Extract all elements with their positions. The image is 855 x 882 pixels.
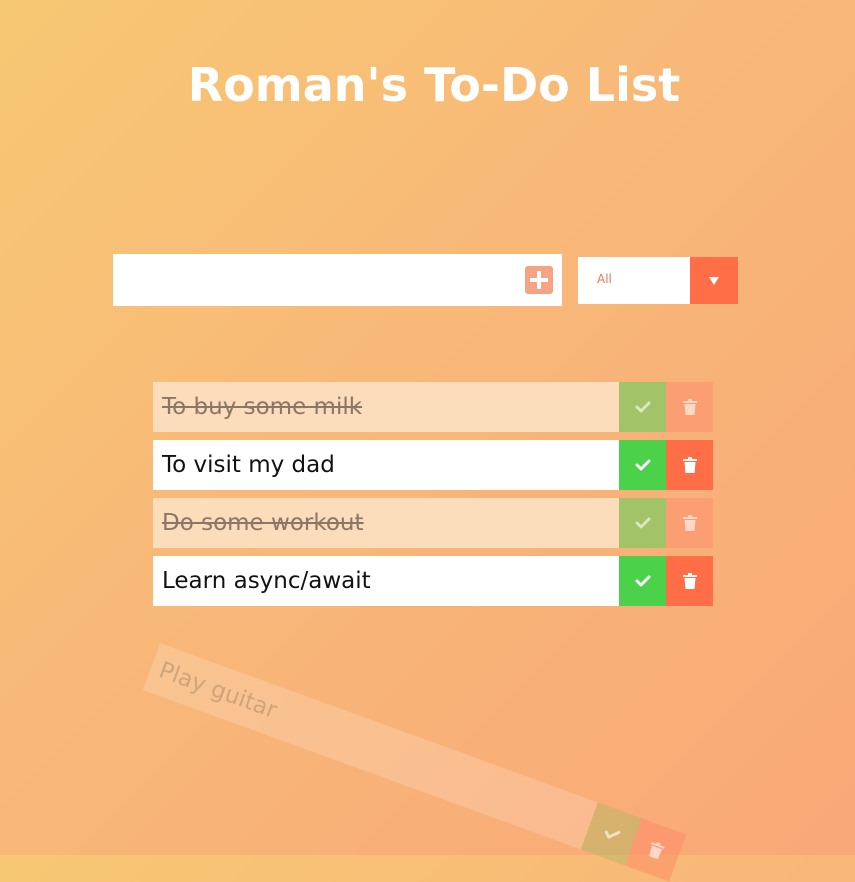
complete-button[interactable] bbox=[619, 382, 666, 432]
todo-item: Do some workout bbox=[153, 498, 713, 548]
todo-item: To visit my dad bbox=[153, 440, 713, 490]
page-title: Roman's To-Do List bbox=[187, 58, 681, 112]
todo-form bbox=[113, 254, 562, 306]
delete-button[interactable] bbox=[666, 556, 713, 606]
todo-item: Learn async/await bbox=[153, 556, 713, 606]
check-icon bbox=[604, 830, 620, 839]
add-todo-button[interactable] bbox=[525, 266, 553, 294]
todo-input[interactable] bbox=[113, 254, 513, 306]
complete-button[interactable] bbox=[619, 440, 666, 490]
todo-item: To buy some milk bbox=[153, 382, 713, 432]
delete-button[interactable] bbox=[666, 498, 713, 548]
check-icon bbox=[635, 401, 650, 413]
delete-button[interactable] bbox=[666, 440, 713, 490]
caret-down-icon bbox=[709, 277, 719, 285]
trash-icon bbox=[682, 573, 697, 589]
plus-square-icon bbox=[530, 271, 548, 289]
check-icon bbox=[635, 517, 650, 529]
removing-todo-item: Play guitar bbox=[142, 643, 687, 882]
trash-icon bbox=[682, 399, 697, 415]
trash-icon bbox=[648, 841, 665, 860]
todo-item-text: Play guitar bbox=[142, 643, 598, 850]
todo-item-text: Do some workout bbox=[153, 498, 619, 548]
todo-item-text: To visit my dad bbox=[153, 440, 619, 490]
filter-dropdown-button[interactable] bbox=[690, 257, 738, 304]
trash-icon bbox=[682, 515, 697, 531]
todo-item-text: Learn async/await bbox=[153, 556, 619, 606]
todo-item-text: To buy some milk bbox=[153, 382, 619, 432]
filter-select[interactable]: All bbox=[578, 257, 738, 304]
trash-icon bbox=[682, 457, 697, 473]
check-icon bbox=[635, 459, 650, 471]
complete-button[interactable] bbox=[619, 556, 666, 606]
filter-selected-value: All bbox=[597, 272, 612, 286]
check-icon bbox=[635, 575, 650, 587]
complete-button[interactable] bbox=[619, 498, 666, 548]
delete-button[interactable] bbox=[666, 382, 713, 432]
